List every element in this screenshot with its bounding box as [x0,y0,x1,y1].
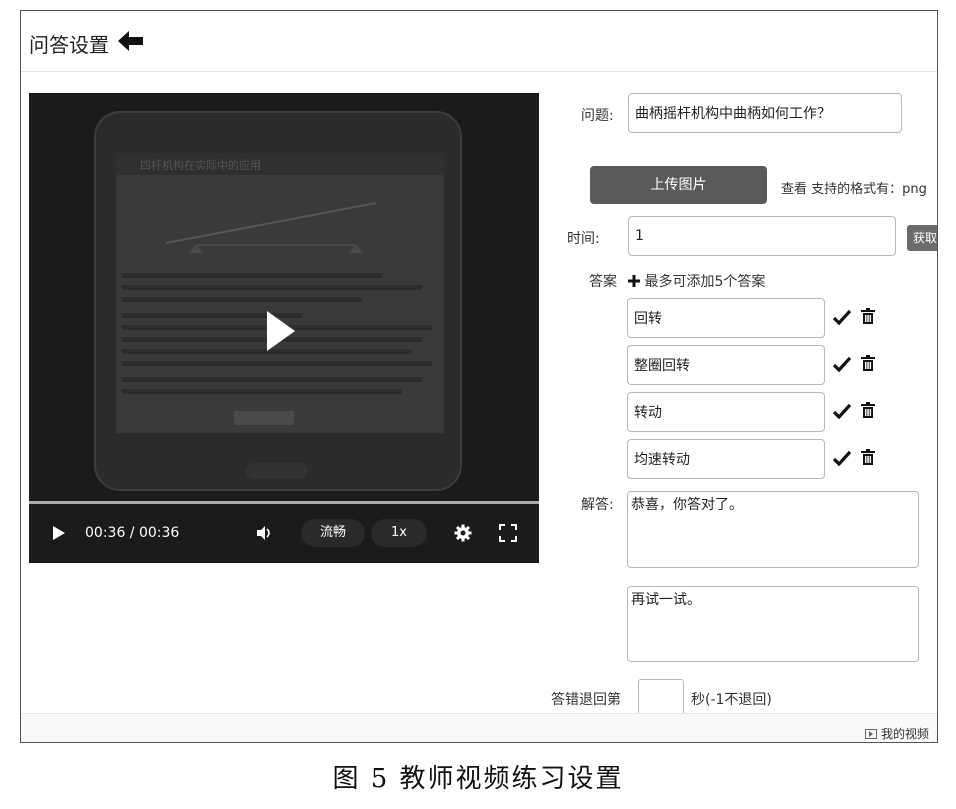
phone-text-line [122,361,432,366]
question-input[interactable]: 曲柄摇杆机构中曲柄如何工作？ [628,93,902,133]
quality-button[interactable]: 流畅 [301,519,365,547]
play-icon[interactable] [267,311,295,351]
trash-icon[interactable] [861,355,875,371]
my-videos-link[interactable]: 我的视频 [864,725,929,742]
player-controls: 00:36 / 00:36 流畅 1x [29,504,539,563]
check-icon[interactable] [833,403,851,419]
rewind-label: 答错退回第 [551,692,621,708]
phone-home-button [246,463,308,479]
phone-screen-title: 四杆机构在实际中的应用 [140,159,261,172]
answers-label: 答案 [589,274,617,290]
phone-text-line [122,377,422,382]
speed-button[interactable]: 1x [371,519,427,547]
trash-icon[interactable] [861,449,875,465]
qa-settings-window: 问答设置 四杆机构在实际中的应用 00:36 / 00:36 流畅 1x 问题:… [20,10,938,743]
phone-text-line [122,273,382,278]
check-icon[interactable] [833,309,851,325]
gear-icon[interactable] [454,524,472,542]
explain-label: 解答: [581,497,614,513]
answer-input-3[interactable]: 转动 [627,392,825,432]
check-icon[interactable] [833,356,851,372]
question-label: 问题: [581,108,614,124]
fetch-time-button[interactable]: 获取 [907,225,937,251]
phone-button [234,411,294,425]
video-player[interactable]: 四杆机构在实际中的应用 00:36 / 00:36 流畅 1x [29,93,539,563]
rewind-hint: 秒(-1不退回) [691,692,772,708]
phone-text-line [122,285,422,290]
page-title: 问答设置 [29,33,109,57]
time-display: 00:36 / 00:36 [85,525,180,541]
rewind-seconds-input[interactable] [638,679,684,717]
phone-image: 四杆机构在实际中的应用 [94,111,462,491]
wrong-feedback-textarea[interactable]: 再试一试。 [627,586,919,662]
bottom-bar: 我的视频 [21,713,937,742]
phone-text-line [122,297,362,302]
plus-icon [628,275,640,287]
title-bar: 问答设置 [21,11,937,72]
phone-text-line [122,389,402,394]
mechanism-drawing [165,202,377,253]
fullscreen-icon[interactable] [499,524,517,542]
correct-feedback-textarea[interactable]: 恭喜，你答对了。 [627,491,919,568]
my-videos-label: 我的视频 [880,727,929,741]
arrow-left-icon[interactable] [118,30,144,52]
supported-formats-link[interactable]: 查看 支持的格式有：png [781,178,927,197]
trash-icon[interactable] [861,402,875,418]
phone-app-bar: 四杆机构在实际中的应用 [116,153,444,175]
time-label: 时间: [567,231,600,247]
trash-icon[interactable] [861,308,875,324]
add-answer-text: 最多可添加5个答案 [644,274,766,290]
time-input[interactable]: 1 [628,216,896,256]
volume-icon[interactable] [255,524,273,542]
play-button-icon[interactable] [53,526,65,540]
check-icon[interactable] [833,450,851,466]
upload-image-button[interactable]: 上传图片 [590,166,767,204]
answer-input-2[interactable]: 整圈回转 [627,345,825,385]
answer-input-1[interactable]: 回转 [627,298,825,338]
phone-screen: 四杆机构在实际中的应用 [116,153,444,433]
add-answer-button[interactable]: 最多可添加5个答案 [628,271,765,291]
video-icon [864,728,877,739]
answer-input-4[interactable]: 均速转动 [627,439,825,479]
figure-caption: 图 5 教师视频练习设置 [332,764,624,794]
